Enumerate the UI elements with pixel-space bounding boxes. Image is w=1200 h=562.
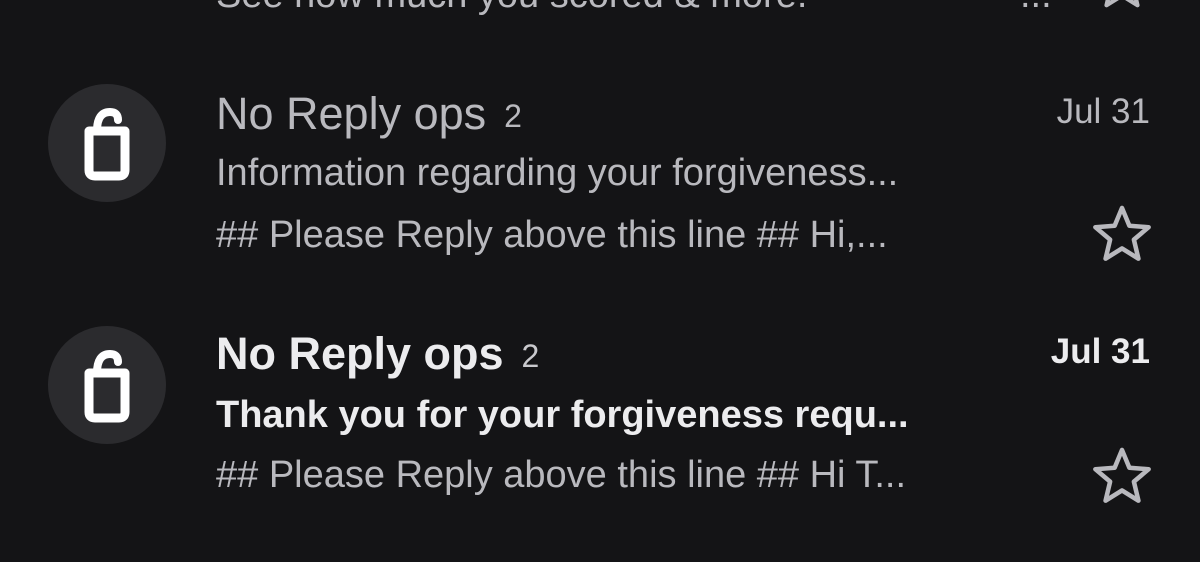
sender-avatar[interactable] bbox=[48, 326, 166, 444]
email-row[interactable]: No Reply ops 2 Jul 31 Thank you for your … bbox=[0, 322, 1200, 562]
email-date: Jul 31 bbox=[1056, 92, 1150, 131]
email-row[interactable]: No Reply ops 2 Jul 31 Information regardi… bbox=[0, 80, 1200, 320]
star-outline-icon[interactable] bbox=[1090, 0, 1154, 14]
email-snippet: ## Please Reply above this line ## Hi,..… bbox=[216, 214, 888, 256]
email-snippet: ## Please Reply above this line ## Hi T.… bbox=[216, 454, 907, 496]
sender-avatar[interactable] bbox=[48, 84, 166, 202]
email-date: Jul 31 bbox=[1050, 332, 1150, 371]
shopping-bag-logo-icon bbox=[84, 349, 130, 423]
partial-email-row[interactable]: See how much you scored & more. ... bbox=[0, 0, 1200, 22]
email-snippet: See how much you scored & more. bbox=[216, 0, 976, 18]
sender-name: No Reply ops 2 bbox=[216, 88, 522, 142]
star-outline-icon[interactable] bbox=[1088, 200, 1156, 268]
star-outline-icon[interactable] bbox=[1088, 442, 1156, 510]
sender-name: No Reply ops 2 bbox=[216, 328, 539, 382]
email-subject: Information regarding your forgiveness..… bbox=[216, 152, 899, 194]
thread-count: 2 bbox=[521, 338, 540, 374]
more-indicator: ... bbox=[1020, 0, 1052, 18]
email-subject: Thank you for your forgiveness requ... bbox=[216, 394, 909, 436]
sender-label: No Reply ops bbox=[216, 328, 504, 379]
shopping-bag-logo-icon bbox=[84, 107, 130, 181]
thread-count: 2 bbox=[504, 98, 522, 134]
sender-label: No Reply ops bbox=[216, 88, 487, 139]
